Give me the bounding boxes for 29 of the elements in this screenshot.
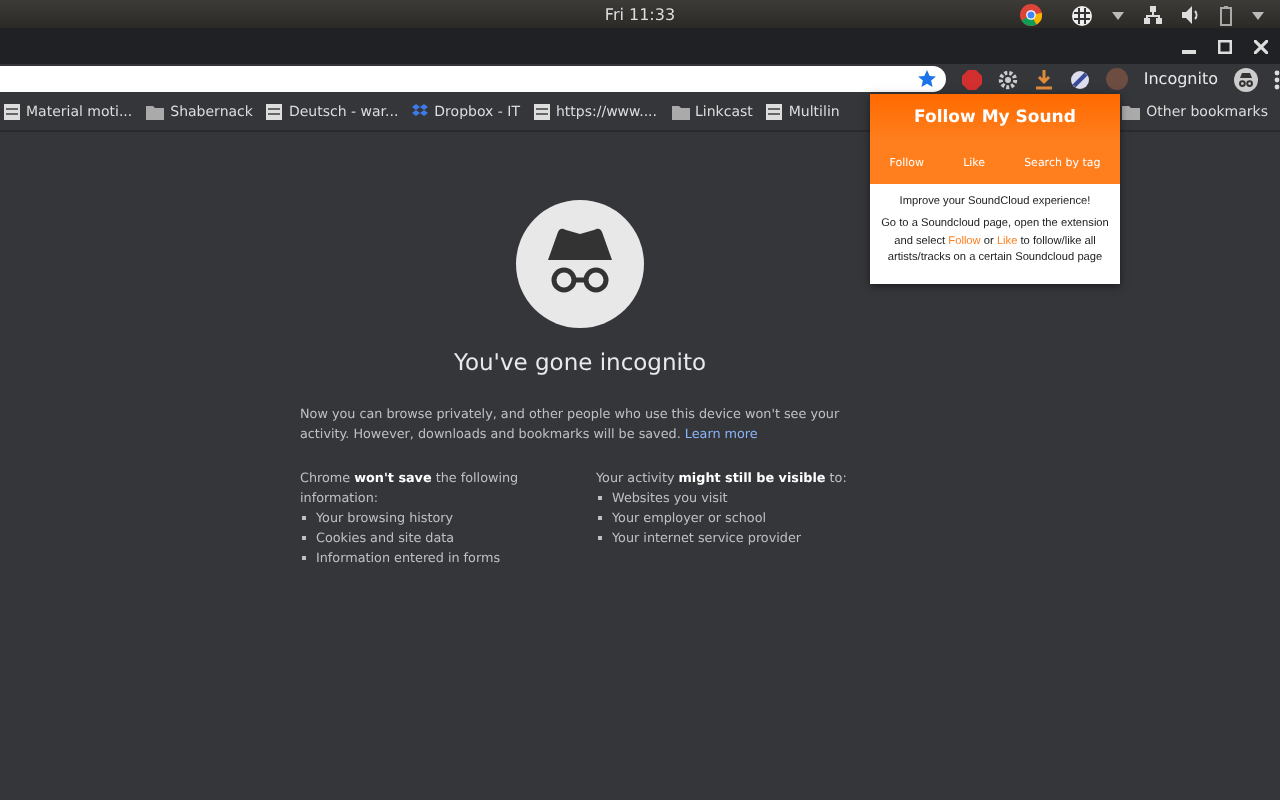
folder-icon — [146, 104, 165, 120]
gear-icon[interactable] — [997, 69, 1018, 89]
chrome-icon[interactable] — [1020, 4, 1042, 26]
network-icon[interactable] — [1144, 6, 1162, 24]
page-icon — [766, 104, 783, 120]
battery-icon[interactable] — [1220, 5, 1232, 25]
popup-header: Follow My Sound — [870, 94, 1120, 142]
page-icon — [266, 104, 283, 120]
volume-icon[interactable] — [1182, 6, 1200, 24]
incognito-icon[interactable] — [1234, 67, 1258, 91]
maximize-icon[interactable] — [1218, 39, 1232, 53]
incognito-icon — [516, 200, 644, 328]
clock: Fri 11:33 — [604, 5, 676, 23]
star-icon[interactable] — [917, 70, 936, 88]
download-icon[interactable] — [1033, 69, 1054, 89]
page-icon — [4, 104, 20, 120]
page-icon — [533, 104, 550, 120]
folder-icon — [1122, 104, 1141, 120]
stop-sign-icon[interactable] — [961, 69, 982, 89]
caret-icon[interactable] — [1252, 11, 1264, 19]
caret-icon[interactable] — [1112, 11, 1124, 19]
hash-icon[interactable] — [1072, 5, 1092, 25]
profile-label[interactable]: Incognito — [1143, 70, 1218, 88]
incognito-title: You've gone incognito — [453, 348, 707, 376]
folder-icon — [671, 104, 690, 120]
close-icon[interactable] — [1254, 39, 1268, 53]
menu-icon[interactable] — [1274, 69, 1280, 89]
compass-icon[interactable] — [1069, 69, 1090, 89]
dropbox-icon — [412, 104, 429, 120]
